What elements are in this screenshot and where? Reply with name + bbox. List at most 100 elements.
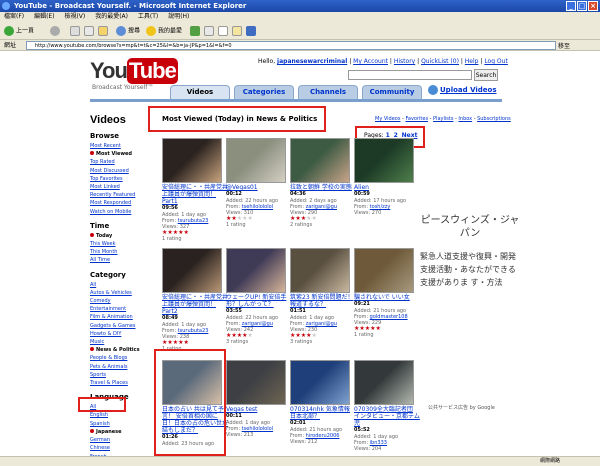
sidebar-item-language-2[interactable]: Spanish — [90, 420, 156, 428]
search-input[interactable] — [348, 70, 472, 80]
sidebar-item-time-3[interactable]: All Time — [90, 256, 156, 264]
quicklist-link[interactable]: QuickList (0) — [421, 58, 459, 65]
video-title-link[interactable]: ウェークUP! 新安倍手形？しんがって？ — [226, 294, 292, 308]
my-videos-link[interactable]: My Videos — [375, 116, 400, 122]
sidebar-item-category-12[interactable]: Travel & Places — [90, 379, 156, 387]
sidebar-item-browse-1[interactable]: Most Viewed — [90, 150, 156, 158]
sidebar-item-category-0[interactable]: All — [90, 281, 156, 289]
address-input[interactable]: http://www.youtube.com/browse?s=mp&t=t&c… — [26, 41, 556, 50]
menu-edit[interactable]: 編輯(E) — [34, 13, 54, 20]
history-icon[interactable] — [190, 26, 200, 36]
username-link[interactable]: japanesewarcriminal — [277, 58, 347, 65]
favorites-button[interactable]: 我的最愛 — [146, 26, 182, 36]
sidebar-item-language-1[interactable]: English — [90, 411, 156, 419]
video-thumbnail[interactable] — [226, 360, 286, 405]
maximize-button[interactable]: □ — [577, 1, 587, 11]
video-card: 070309全大臨記者団 インタビュー・京都テム児 05:52 Added: 1 d… — [354, 360, 420, 452]
video-title-link[interactable]: 安倍総理に・・共産党井上議員が爆弾質問！ Part2 — [162, 294, 228, 315]
history-link[interactable]: History — [394, 58, 415, 65]
home-icon[interactable] — [98, 26, 108, 36]
sidebar-item-browse-6[interactable]: Recently Featured — [90, 191, 156, 199]
video-title-link[interactable]: 安倍総理に・・共産党井上議員が爆弾質問！ Part1 — [162, 184, 228, 205]
subscriptions-link[interactable]: Subscriptions — [477, 116, 511, 122]
video-title-link[interactable]: @Vegas01 — [226, 184, 292, 191]
tab-categories[interactable]: Categories — [234, 85, 294, 99]
video-thumbnail[interactable] — [354, 248, 414, 293]
video-title-link[interactable]: 070314nhk 気象情報 日本北部？ — [290, 406, 356, 420]
sidebar-item-category-10[interactable]: Pets & Animals — [90, 363, 156, 371]
stop-icon[interactable] — [70, 26, 80, 36]
video-thumbnail[interactable] — [290, 138, 350, 183]
ad-title[interactable]: ピースウィンズ・ジャパン — [420, 214, 520, 240]
video-title-link[interactable]: 拉致と朝鮮 学校の実態 — [290, 184, 356, 191]
ad-panel[interactable]: ピースウィンズ・ジャパン 緊急人道支援や復興・開発支援活動・あなたができる支援が… — [420, 214, 520, 289]
back-button[interactable]: 上一頁 — [4, 26, 34, 36]
sidebar-item-browse-4[interactable]: Top Favorites — [90, 175, 156, 183]
video-thumbnail[interactable] — [226, 138, 286, 183]
log-out-link[interactable]: Log Out — [484, 58, 508, 65]
sidebar-item-browse-7[interactable]: Most Responded — [90, 199, 156, 207]
video-thumbnail[interactable] — [162, 248, 222, 293]
sidebar-item-category-2[interactable]: Comedy — [90, 297, 156, 305]
video-title-link[interactable]: Vegas test — [226, 406, 292, 413]
refresh-icon[interactable] — [84, 26, 94, 36]
sidebar-item-time-2[interactable]: This Month — [90, 248, 156, 256]
video-thumbnail[interactable] — [290, 248, 350, 293]
go-button[interactable]: 移至 — [558, 41, 570, 52]
video-title-link[interactable]: 070309全大臨記者団 インタビュー・京都テム児 — [354, 406, 420, 427]
sidebar-item-browse-3[interactable]: Most Discussed — [90, 167, 156, 175]
playlists-link[interactable]: Playlists — [433, 116, 453, 122]
close-button[interactable]: × — [588, 1, 598, 11]
video-thumbnail[interactable] — [354, 138, 414, 183]
video-title-link[interactable]: 筑紫23 新安倍問題だ！報道するな？ — [290, 294, 356, 308]
forward-button[interactable] — [50, 26, 62, 36]
minimize-button[interactable]: _ — [566, 1, 576, 11]
inbox-link[interactable]: Inbox — [458, 116, 472, 122]
sidebar-item-time-1[interactable]: This Week — [90, 240, 156, 248]
menu-file[interactable]: 檔案(F) — [4, 13, 24, 20]
sidebar-item-category-3[interactable]: Entertainment — [90, 305, 156, 313]
favorites-link[interactable]: Favorites — [405, 116, 428, 122]
ad-attribution[interactable]: 公共サービス広告 by Google — [428, 404, 495, 411]
sidebar-item-category-8[interactable]: News & Politics — [90, 346, 156, 354]
sidebar-item-category-6[interactable]: Howto & DIY — [90, 330, 156, 338]
tab-videos[interactable]: Videos — [170, 85, 230, 99]
menu-help[interactable]: 說明(H) — [168, 13, 189, 20]
video-thumbnail[interactable] — [162, 138, 222, 183]
youtube-logo[interactable]: YouTube Broadcast Yourself™ — [90, 58, 178, 91]
menu-tools[interactable]: 工具(T) — [138, 13, 158, 20]
video-thumbnail[interactable] — [290, 360, 350, 405]
my-account-link[interactable]: My Account — [353, 58, 388, 65]
help-link[interactable]: Help — [465, 58, 479, 65]
sidebar-item-browse-2[interactable]: Top Rated — [90, 158, 156, 166]
search-submit-button[interactable]: Search — [474, 69, 498, 81]
sidebar-item-time-0[interactable]: Today — [90, 232, 156, 240]
sidebar-item-browse-8[interactable]: Watch on Mobile — [90, 208, 156, 216]
video-views: Views: 213 — [226, 432, 254, 438]
sidebar-item-language-4[interactable]: German — [90, 436, 156, 444]
sidebar-item-language-5[interactable]: Chinese — [90, 444, 156, 452]
video-title-link[interactable]: 騙されないで いい女 — [354, 294, 420, 301]
messenger-icon[interactable] — [246, 26, 256, 36]
sidebar-item-browse-5[interactable]: Most Linked — [90, 183, 156, 191]
sidebar-item-language-3[interactable]: Japanese — [90, 428, 156, 436]
sidebar-item-category-4[interactable]: Film & Animation — [90, 313, 156, 321]
menu-view[interactable]: 檢視(V) — [64, 13, 85, 20]
sidebar-item-browse-0[interactable]: Most Recent — [90, 142, 156, 150]
sidebar-item-category-7[interactable]: Music — [90, 338, 156, 346]
print-icon[interactable] — [218, 26, 228, 36]
sidebar-item-category-5[interactable]: Gadgets & Games — [90, 322, 156, 330]
upload-videos-link[interactable]: Upload Videos — [440, 86, 497, 94]
video-thumbnail[interactable] — [354, 360, 414, 405]
mail-icon[interactable] — [204, 26, 214, 36]
sidebar-item-category-11[interactable]: Sports — [90, 371, 156, 379]
video-title-link[interactable]: Alien — [354, 184, 420, 191]
sidebar-item-category-9[interactable]: People & Blogs — [90, 354, 156, 362]
sidebar-item-category-1[interactable]: Autos & Vehicles — [90, 289, 156, 297]
folder-icon[interactable] — [232, 26, 242, 36]
tab-channels[interactable]: Channels — [298, 85, 358, 99]
menu-favorites[interactable]: 我的最愛(A) — [95, 13, 128, 20]
video-thumbnail[interactable] — [226, 248, 286, 293]
search-button[interactable]: 搜尋 — [116, 26, 140, 36]
tab-community[interactable]: Community — [362, 85, 422, 99]
